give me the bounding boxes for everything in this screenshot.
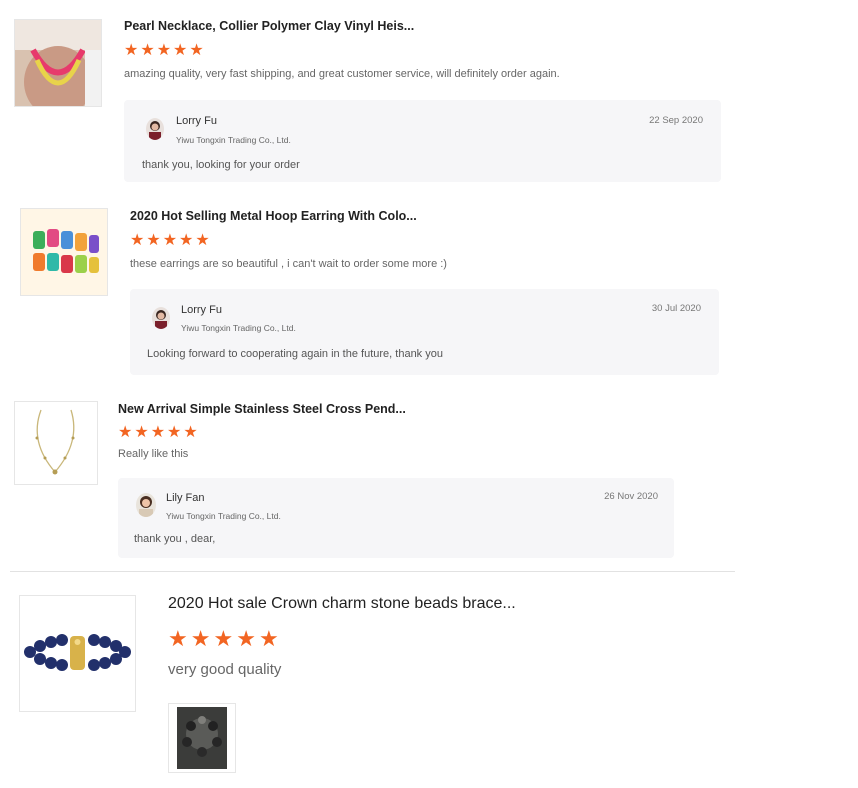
star-icon: ★ <box>146 232 161 249</box>
star-icon: ★ <box>150 424 166 441</box>
star-icon: ★ <box>190 626 211 651</box>
replier-company: Yiwu Tongxin Trading Co., Ltd. <box>181 323 296 333</box>
seller-reply: Lily Fan Yiwu Tongxin Trading Co., Ltd. … <box>118 478 674 558</box>
avatar <box>146 118 164 140</box>
seller-reply: Lorry Fu Yiwu Tongxin Trading Co., Ltd. … <box>130 289 719 375</box>
star-icon: ★ <box>179 232 194 249</box>
star-icon: ★ <box>236 626 256 651</box>
product-thumbnail[interactable] <box>19 595 136 712</box>
star-icon: ★ <box>213 626 234 651</box>
star-icon: ★ <box>189 42 204 59</box>
rating-stars: ★ ★ ★ ★ ★ <box>124 43 204 59</box>
reply-date: 30 Jul 2020 <box>651 303 701 314</box>
review-product-title[interactable]: 2020 Hot Selling Metal Hoop Earring With… <box>130 209 417 223</box>
star-icon: ★ <box>167 424 182 441</box>
replier-name: Lorry Fu <box>176 115 217 127</box>
product-thumbnail[interactable] <box>20 208 108 296</box>
star-icon: ★ <box>183 424 198 441</box>
review-comment: amazing quality, very fast shipping, and… <box>124 68 560 80</box>
rating-stars: ★ ★ ★ ★ ★ <box>118 425 198 441</box>
replier-name: Lily Fan <box>166 492 205 504</box>
replier-company: Yiwu Tongxin Trading Co., Ltd. <box>176 135 291 145</box>
star-icon: ★ <box>168 626 188 651</box>
review-product-title[interactable]: Pearl Necklace, Collier Polymer Clay Vin… <box>124 19 414 33</box>
avatar <box>136 493 156 517</box>
product-thumbnail[interactable] <box>14 19 102 107</box>
rating-stars: ★ ★ ★ ★ ★ <box>168 628 279 650</box>
star-icon: ★ <box>195 232 210 249</box>
replier-company: Yiwu Tongxin Trading Co., Ltd. <box>166 511 281 521</box>
star-icon: ★ <box>118 424 133 441</box>
review-product-title[interactable]: New Arrival Simple Stainless Steel Cross… <box>118 402 406 416</box>
divider <box>10 571 735 572</box>
review-comment: these earrings are so beautiful , i can'… <box>130 258 447 270</box>
star-icon: ★ <box>124 42 139 59</box>
product-thumbnail[interactable] <box>14 401 98 485</box>
seller-reply: Lorry Fu Yiwu Tongxin Trading Co., Ltd. … <box>124 100 721 182</box>
star-icon: ★ <box>156 42 172 59</box>
review-comment: Really like this <box>118 448 189 460</box>
reply-text: Looking forward to cooperating again in … <box>147 348 443 360</box>
review-product-title[interactable]: 2020 Hot sale Crown charm stone beads br… <box>168 595 516 613</box>
replier-name: Lorry Fu <box>181 304 222 316</box>
star-icon: ★ <box>258 626 279 651</box>
review-comment: very good quality <box>168 661 282 678</box>
review-photo[interactable] <box>168 703 236 773</box>
rating-stars: ★ ★ ★ ★ ★ <box>130 233 210 249</box>
star-icon: ★ <box>130 232 145 249</box>
avatar <box>152 307 170 329</box>
reply-date: 26 Nov 2020 <box>604 491 658 502</box>
star-icon: ★ <box>140 42 155 59</box>
reply-date: 22 Sep 2020 <box>649 115 703 126</box>
reply-text: thank you , dear, <box>134 533 216 545</box>
star-icon: ★ <box>173 42 188 59</box>
star-icon: ★ <box>134 424 149 441</box>
reply-text: thank you, looking for your order <box>142 159 300 171</box>
star-icon: ★ <box>162 232 178 249</box>
